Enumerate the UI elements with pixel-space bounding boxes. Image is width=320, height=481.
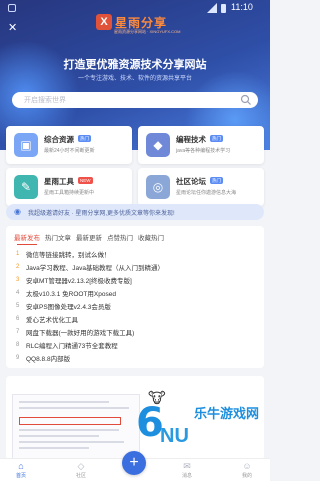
layers-icon: ◆ xyxy=(146,133,170,157)
plus-icon[interactable]: + xyxy=(122,451,146,475)
nav-profile[interactable]: ☺ 我的 xyxy=(232,461,262,479)
list-item[interactable]: 4 太极v10.3.1 免ROOT用Xposed xyxy=(16,287,116,299)
signal-icon xyxy=(207,3,217,13)
article-list-panel: 最新发布 热门文章 最新更新 点赞热门 收藏热门 1 微信等链接跳转，别试么做！ … xyxy=(6,226,264,368)
logo-text: 星雨分享 xyxy=(115,15,168,30)
list-item[interactable]: 9 QQ8.8.8内部版 xyxy=(16,352,70,364)
list-item[interactable]: 1 微信等链接跳转，别试么做！ xyxy=(16,248,111,260)
site-watermark: 🐮 6 NU 乐牛游戏网 xyxy=(136,390,270,453)
list-item[interactable]: 5 安卓PS图像处理v2.4.3会员版 xyxy=(16,300,111,312)
card-title: 社区论坛 xyxy=(176,177,206,186)
search-input[interactable]: 开启搜索世界 xyxy=(12,92,258,108)
logo-mark: X xyxy=(96,14,112,30)
card-desc: 最新24小时不间断更新 xyxy=(44,148,95,154)
watermark-letters: NU xyxy=(160,425,189,447)
list-item[interactable]: 3 安卓MT管理器v2.13.2[终极收费专版] xyxy=(16,274,132,286)
card-title: 编程技术 xyxy=(176,135,206,144)
card-badge: NEW xyxy=(78,177,93,184)
tab-hot[interactable]: 热门文章 xyxy=(45,232,71,242)
message-icon: ✉ xyxy=(183,461,191,471)
card-desc: java等各种编程技术学习 xyxy=(176,148,231,154)
card-community-forum[interactable]: ◎ 社区论坛 热门 星雨论坛任你遨游信息大海 xyxy=(138,168,264,206)
card-badge: 热门 xyxy=(210,177,223,184)
logo-subtitle: 星雨资源分享网站 · XINGYUFX.COM xyxy=(114,29,181,34)
preview-thumbnail xyxy=(12,394,140,460)
card-xingyu-tools[interactable]: ✎ 星雨工具 NEW 星雨工具箱持续更新中 xyxy=(6,168,132,206)
tab-liked[interactable]: 点赞热门 xyxy=(107,232,133,242)
home-icon: ⌂ xyxy=(18,461,24,471)
menu-icon[interactable]: ✕ xyxy=(8,22,20,34)
list-item[interactable]: 6 爱心艺术优化工具 xyxy=(16,313,78,325)
card-title: 综合资源 xyxy=(44,135,74,144)
card-badge: 热门 xyxy=(210,135,223,142)
card-programming[interactable]: ◆ 编程技术 热门 java等各种编程技术学习 xyxy=(138,126,264,164)
forum-icon: ◎ xyxy=(146,175,170,199)
nav-community[interactable]: ◇ 社区 xyxy=(66,461,96,479)
card-badge: 热门 xyxy=(78,135,91,142)
toolbox-icon: ✎ xyxy=(14,175,38,199)
user-icon: ☺ xyxy=(242,461,252,471)
watermark-text: 乐牛游戏网 xyxy=(194,406,260,421)
status-time: 11:10 xyxy=(231,2,253,12)
nav-messages[interactable]: ✉ 消息 xyxy=(172,461,202,479)
hero-subtitle: 一个专注游戏、技术、软件的资源共享平台 xyxy=(77,76,192,82)
megaphone-icon: ◉ xyxy=(14,207,21,216)
card-desc: 星雨论坛任你遨游信息大海 xyxy=(176,190,237,196)
card-title: 星雨工具 xyxy=(44,177,74,186)
list-item[interactable]: 8 RLC编程入门精通73节全套教程 xyxy=(16,339,118,351)
search-icon[interactable] xyxy=(240,94,252,106)
nav-home[interactable]: ⌂ 首页 xyxy=(6,461,36,479)
package-icon: ▣ xyxy=(14,133,38,157)
invite-text: 我超级邀请好友 · 星雨分享网,更多优质文章等你来发现! xyxy=(28,211,175,217)
card-comprehensive-resources[interactable]: ▣ 综合资源 热门 最新24小时不间断更新 xyxy=(6,126,132,164)
bottom-nav: ⌂ 首页 ◇ 社区 + ✉ 消息 ☺ 我的 xyxy=(0,451,270,481)
notification-icon xyxy=(8,4,16,12)
list-item[interactable]: 7 网盘下载器(一款好用的游戏下载工具) xyxy=(16,326,134,338)
tab-latest[interactable]: 最新发布 xyxy=(14,232,40,245)
search-placeholder: 开启搜索世界 xyxy=(24,97,66,104)
article-tabs: 最新发布 热门文章 最新更新 点赞热门 收藏热门 xyxy=(14,232,164,245)
invite-banner[interactable]: ◉ 我超级邀请好友 · 星雨分享网,更多优质文章等你来发现! xyxy=(6,204,264,220)
tab-updated[interactable]: 最新更新 xyxy=(76,232,102,242)
battery-icon xyxy=(221,4,226,13)
tab-favorited[interactable]: 收藏热门 xyxy=(138,232,164,242)
community-icon: ◇ xyxy=(77,461,85,471)
card-desc: 星雨工具箱持续更新中 xyxy=(44,190,95,196)
hero-title: 打造更优雅资源技术分享网站 xyxy=(63,59,207,71)
list-item[interactable]: 2 Java学习教程、Java基础教程（从入门到精通） xyxy=(16,261,164,273)
